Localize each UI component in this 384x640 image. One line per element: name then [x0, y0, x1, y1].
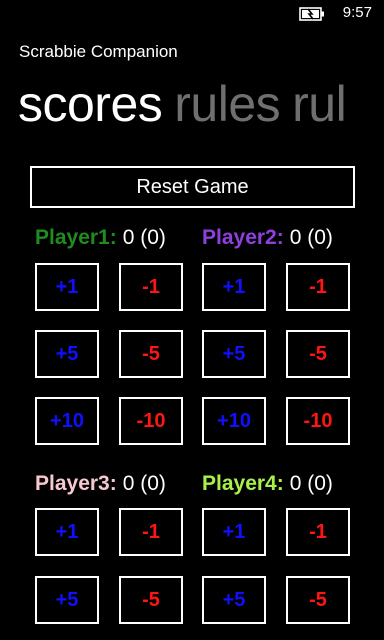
player3-header: Player3: 0 (0): [35, 470, 166, 498]
player3-score: 0 (0): [122, 472, 166, 495]
player2-name: Player2:: [202, 226, 284, 249]
player1-minus1-button[interactable]: -1: [119, 263, 183, 311]
pivot-header: scores rules rul: [18, 74, 358, 134]
status-bar: 9:57: [0, 0, 384, 28]
player4-minus5-button[interactable]: -5: [286, 576, 350, 624]
player1-score: 0 (0): [122, 226, 166, 249]
pivot-item-rules-partial[interactable]: rul: [292, 76, 347, 132]
player4-minus1-button[interactable]: -1: [286, 508, 350, 556]
pivot-item-scores[interactable]: scores: [18, 76, 163, 132]
player2-minus1-button[interactable]: -1: [286, 263, 350, 311]
player1-plus1-button[interactable]: +1: [35, 263, 99, 311]
player2-plus5-button[interactable]: +5: [202, 330, 266, 378]
player2-header: Player2: 0 (0): [202, 224, 333, 252]
reset-game-button[interactable]: Reset Game: [30, 166, 355, 208]
player3-plus1-button[interactable]: +1: [35, 508, 99, 556]
player1-name: Player1:: [35, 226, 117, 249]
app-title: Scrabbie Companion: [19, 42, 178, 61]
player3-name: Player3:: [35, 472, 117, 495]
status-clock: 9:57: [342, 4, 372, 21]
player2-plus1-button[interactable]: +1: [202, 263, 266, 311]
player4-plus1-button[interactable]: +1: [202, 508, 266, 556]
pivot-item-rules[interactable]: rules: [174, 76, 280, 132]
player2-plus10-button[interactable]: +10: [202, 397, 266, 445]
player1-minus5-button[interactable]: -5: [119, 330, 183, 378]
player1-plus5-button[interactable]: +5: [35, 330, 99, 378]
player1-plus10-button[interactable]: +10: [35, 397, 99, 445]
player4-name: Player4:: [202, 472, 284, 495]
player4-plus5-button[interactable]: +5: [202, 576, 266, 624]
player2-score: 0 (0): [289, 226, 333, 249]
player2-minus5-button[interactable]: -5: [286, 330, 350, 378]
player1-header: Player1: 0 (0): [35, 224, 166, 252]
player4-header: Player4: 0 (0): [202, 470, 333, 498]
player3-minus5-button[interactable]: -5: [119, 576, 183, 624]
player2-minus10-button[interactable]: -10: [286, 397, 350, 445]
battery-charging-icon: [299, 7, 324, 21]
player1-minus10-button[interactable]: -10: [119, 397, 183, 445]
player3-minus1-button[interactable]: -1: [119, 508, 183, 556]
player3-plus5-button[interactable]: +5: [35, 576, 99, 624]
player4-score: 0 (0): [289, 472, 333, 495]
